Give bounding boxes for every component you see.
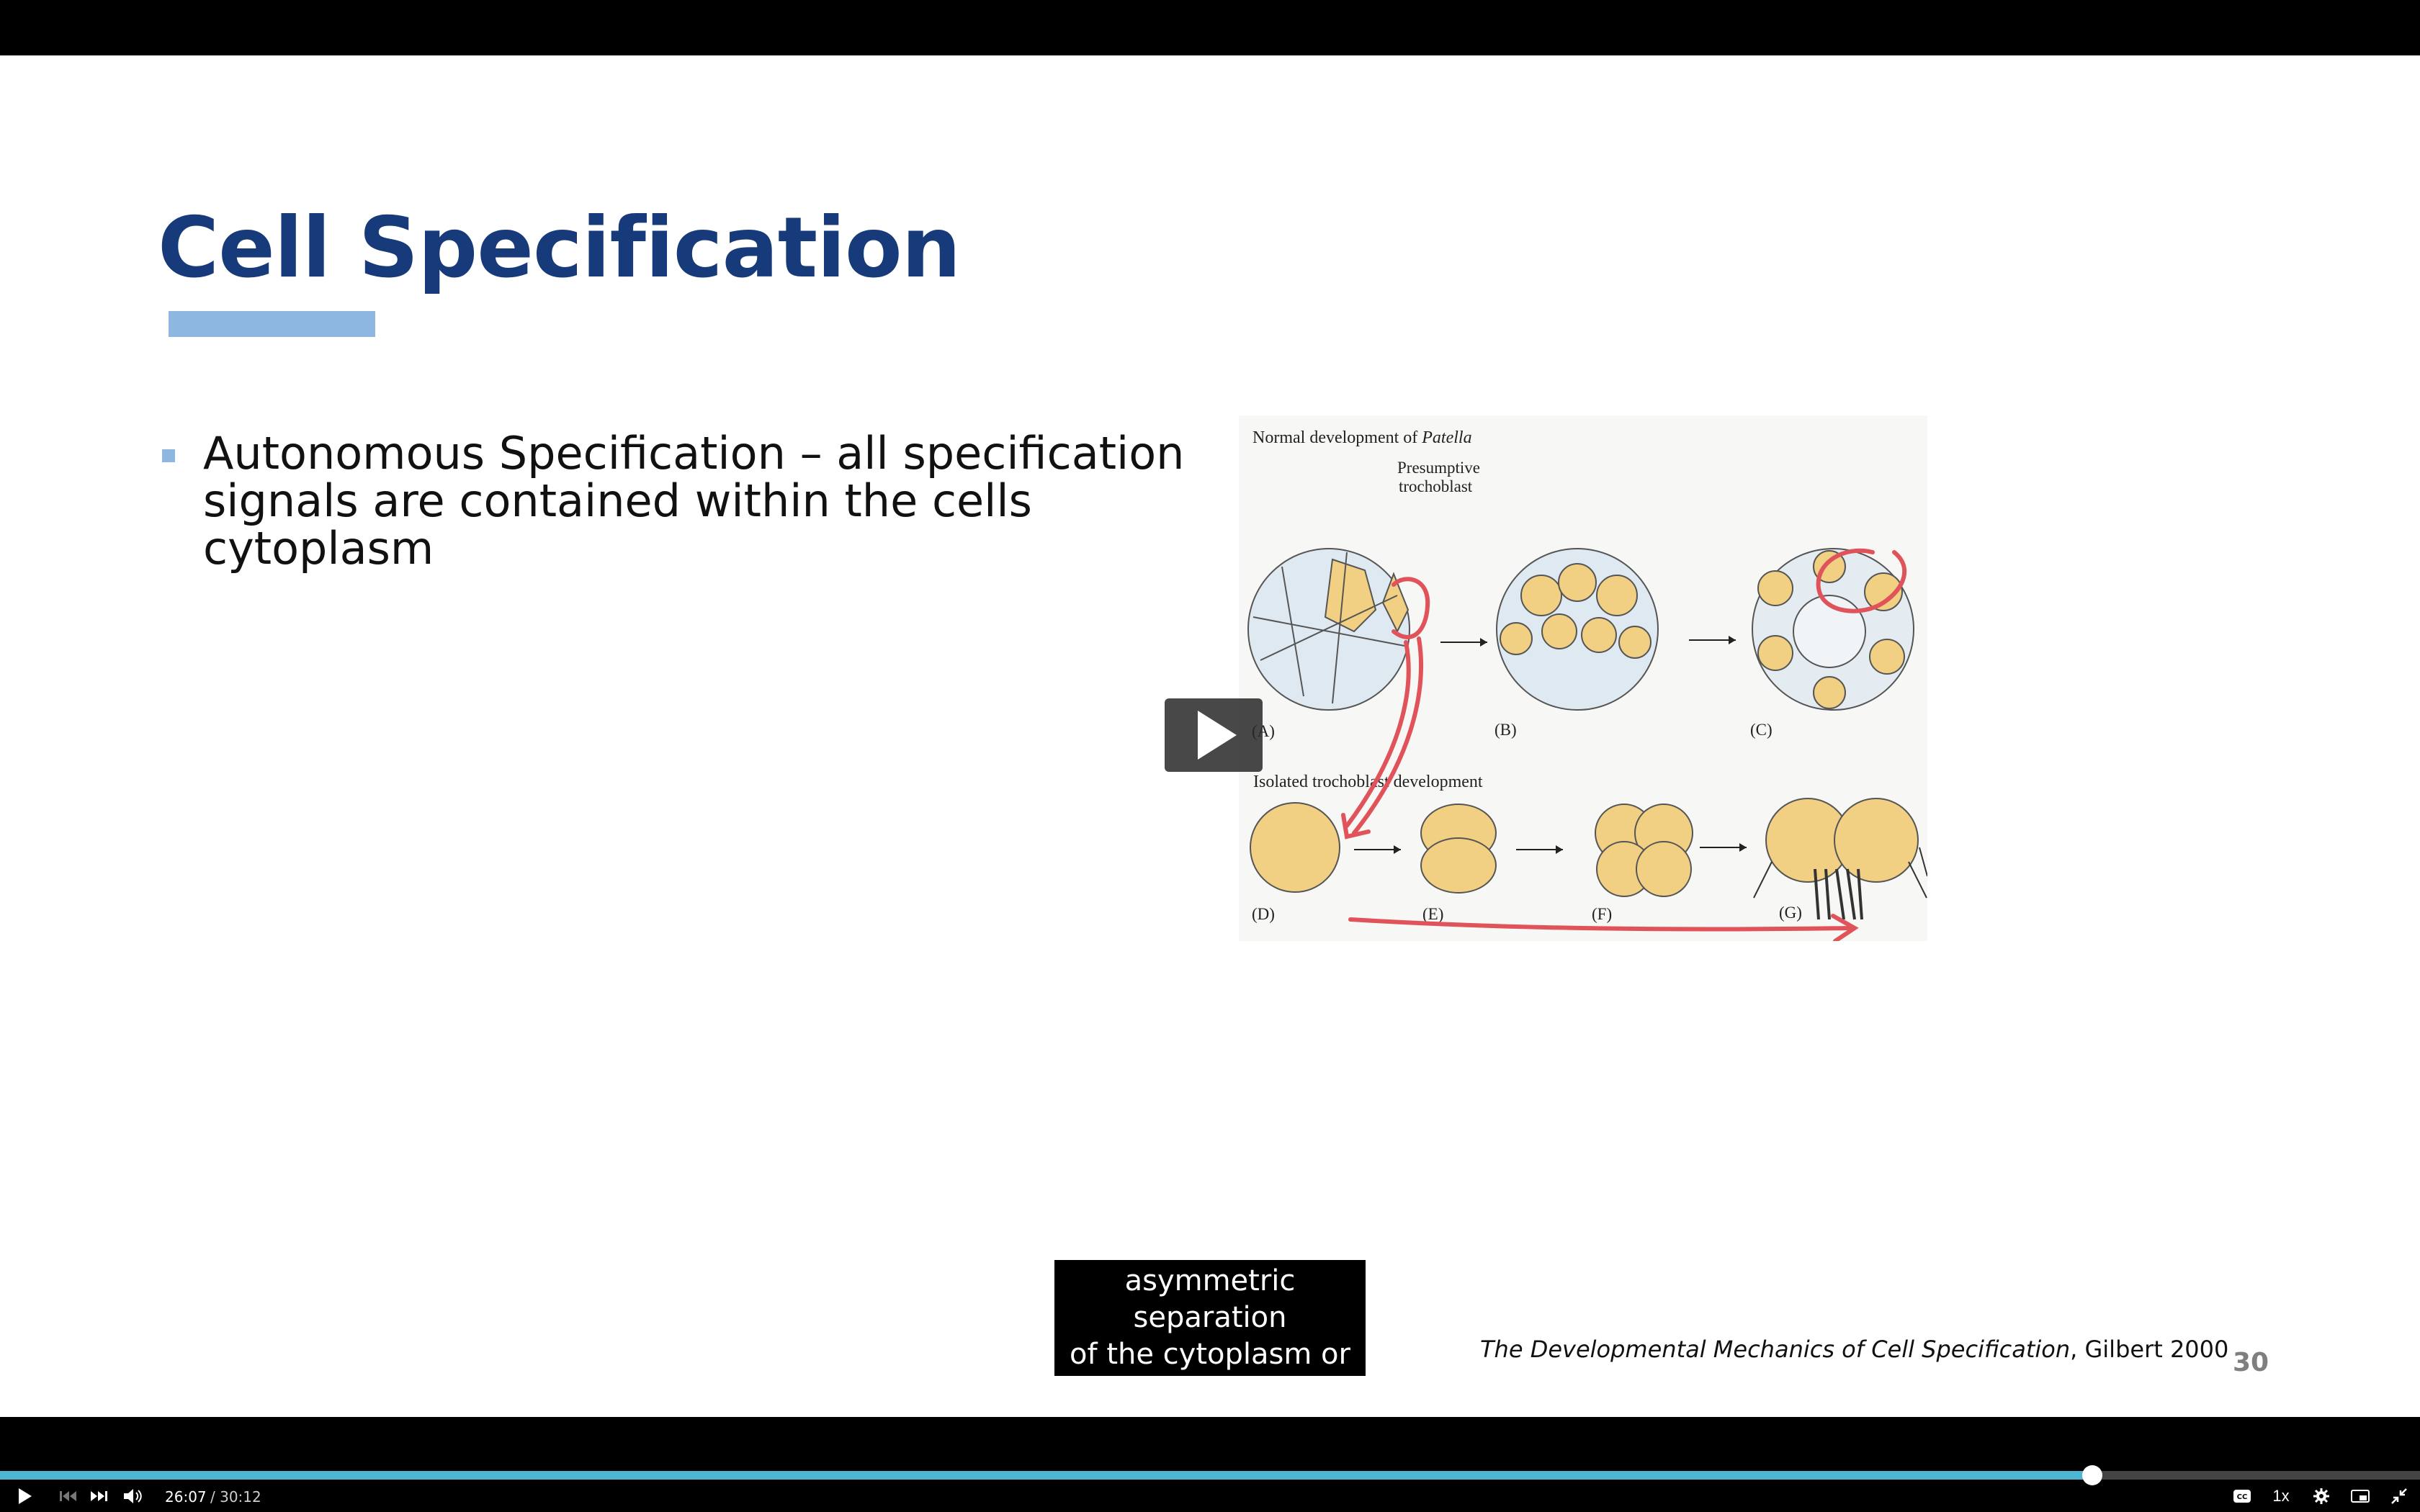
title-accent-bar — [169, 311, 375, 337]
skip-back-button[interactable] — [58, 1485, 79, 1507]
citation-source: , Gilbert 2000 — [2070, 1336, 2229, 1363]
svg-text:(C): (C) — [1750, 721, 1773, 739]
cell-panel-d — [1250, 802, 1340, 893]
subtitle-caption: asymmetric separation of the cytoplasm o… — [1054, 1260, 1366, 1376]
svg-text:(G): (G) — [1779, 904, 1802, 922]
citation: The Developmental Mechanics of Cell Spec… — [1480, 1336, 2228, 1363]
skip-back-icon — [60, 1491, 76, 1501]
bullet-text: Autonomous Specification – all specifica… — [203, 427, 1185, 575]
citation-title: The Developmental Mechanics of Cell Spec… — [1480, 1336, 2071, 1363]
svg-text:CC: CC — [2237, 1493, 2248, 1501]
presentation-slide: Cell Specification Autonomous Specificat… — [0, 55, 2420, 1417]
current-time: 26:07 — [165, 1488, 207, 1506]
volume-icon — [124, 1489, 142, 1503]
skip-forward-button[interactable] — [88, 1485, 109, 1507]
svg-text:(E): (E) — [1422, 905, 1443, 923]
play-icon — [1198, 711, 1237, 760]
duration: / 30:12 — [210, 1488, 261, 1506]
cell-panel-f — [1595, 804, 1693, 897]
figure-heading-bottom: Isolated trochoblast development — [1253, 773, 1483, 791]
settings-button[interactable] — [2309, 1485, 2334, 1507]
picture-in-picture-button[interactable] — [2348, 1485, 2372, 1507]
progress-bar[interactable] — [0, 1465, 2420, 1485]
label-presumptive: Presumptive — [1397, 459, 1480, 477]
embryo-panel-c — [1752, 548, 1914, 711]
settings-icon — [2313, 1488, 2329, 1504]
embryo-panel-a — [1247, 548, 1410, 711]
bullet-marker — [162, 449, 175, 462]
caption-line-1: asymmetric separation — [1124, 1264, 1296, 1334]
volume-button[interactable] — [121, 1485, 145, 1507]
patella-development-figure: Normal development of Patella Presumptiv… — [1239, 415, 1927, 941]
slide-title: Cell Specification — [158, 199, 961, 297]
skip-forward-icon — [91, 1491, 107, 1501]
picture-in-picture-icon — [2351, 1490, 2370, 1503]
playback-speed-button[interactable]: 1x — [2269, 1485, 2293, 1507]
svg-text:(B): (B) — [1494, 721, 1517, 739]
svg-text:(F): (F) — [1592, 905, 1612, 923]
closed-captions-button[interactable]: CC — [2230, 1485, 2254, 1507]
play-button[interactable] — [14, 1485, 36, 1507]
embryo-panel-b — [1496, 548, 1659, 711]
slide-number: 30 — [2233, 1348, 2269, 1377]
play-icon — [19, 1488, 32, 1504]
cell-panel-e — [1420, 804, 1497, 894]
svg-text:(D): (D) — [1252, 905, 1275, 923]
big-play-button[interactable] — [1165, 698, 1263, 772]
progress-played — [0, 1471, 2092, 1480]
label-trochoblast: trochoblast — [1399, 477, 1473, 495]
player-controls: 26:07 / 30:12 CC 1x — [0, 1480, 2420, 1512]
figure-heading-top: Normal development of Patella — [1252, 428, 1472, 447]
caption-line-2: of the cytoplasm or — [1070, 1338, 1350, 1371]
exit-fullscreen-icon — [2391, 1488, 2407, 1504]
closed-captions-icon: CC — [2233, 1490, 2251, 1503]
exit-fullscreen-button[interactable] — [2387, 1485, 2411, 1507]
